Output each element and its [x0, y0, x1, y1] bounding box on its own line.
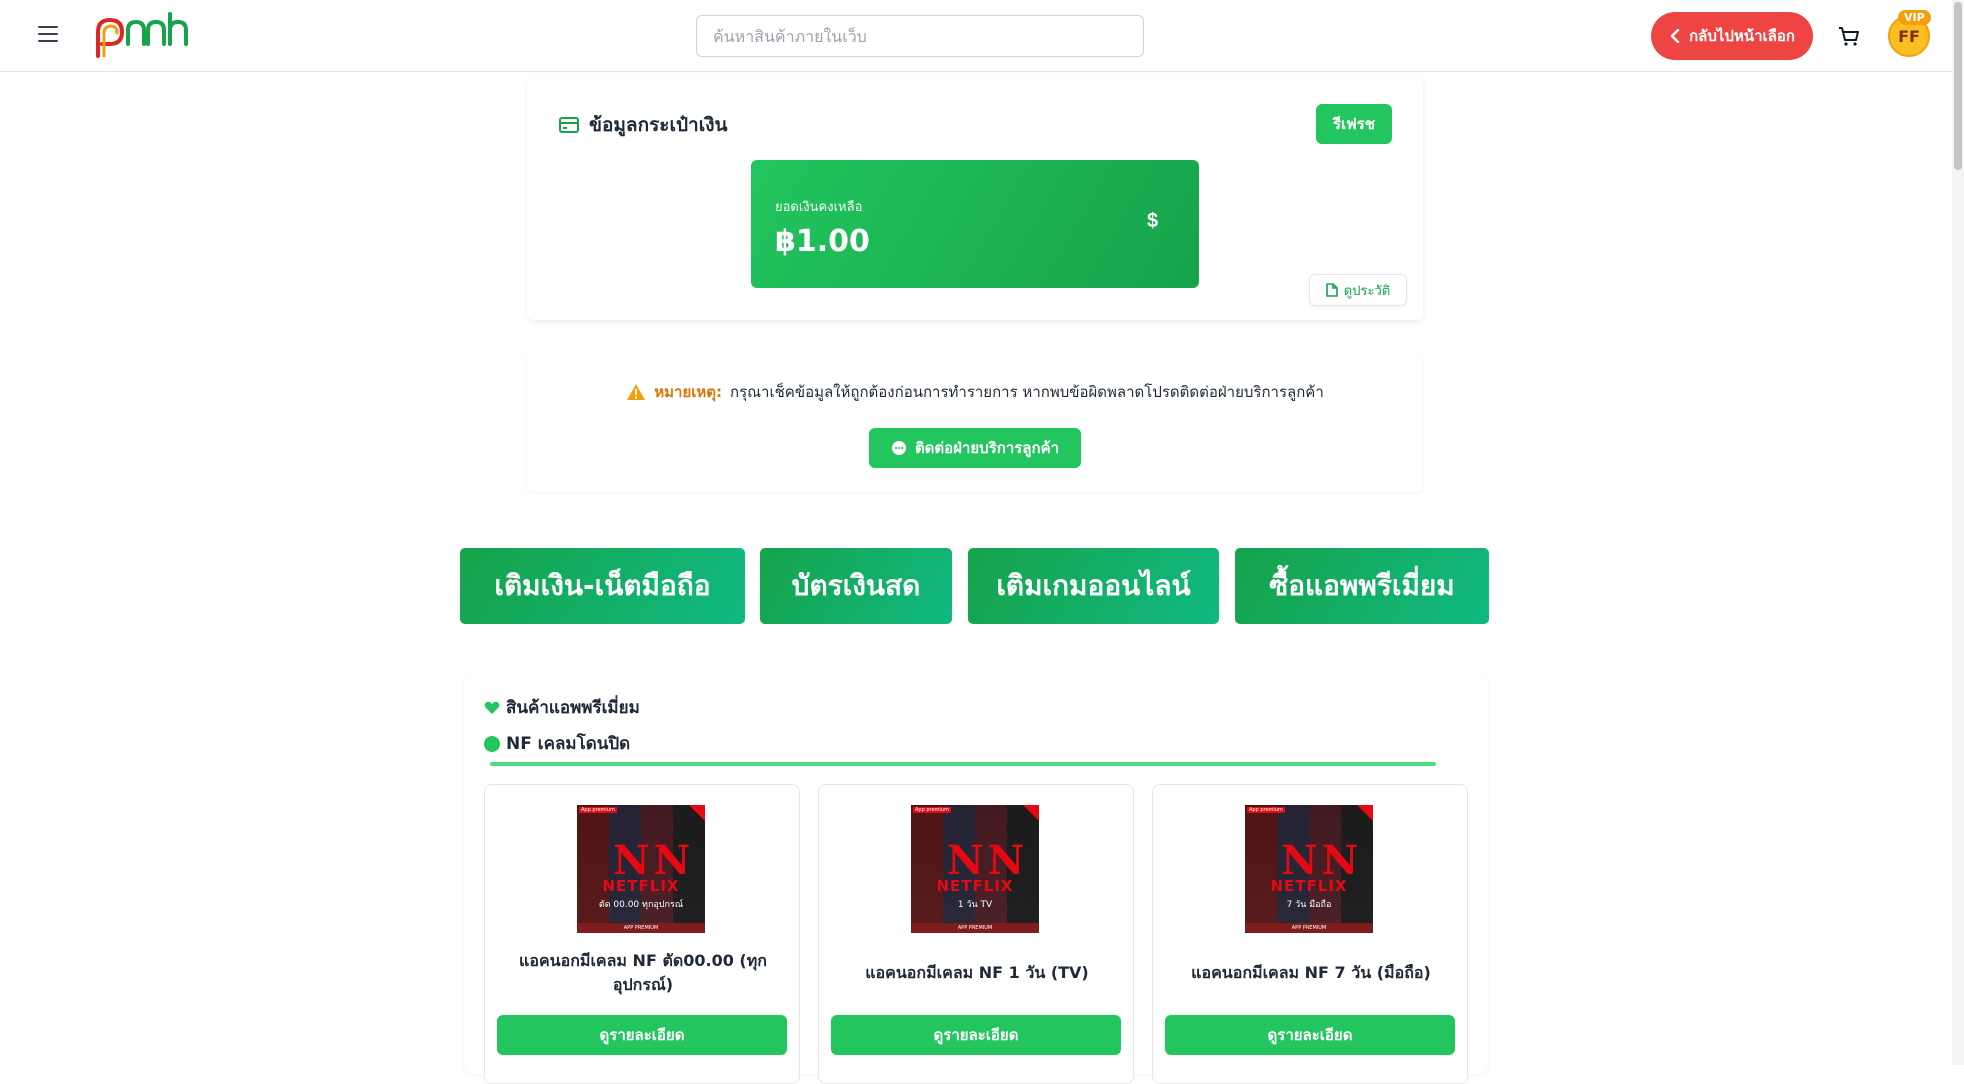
back-button[interactable]: กลับไปหน้าเลือก [1651, 12, 1813, 60]
image-caption: 1 วัน TV [957, 900, 993, 910]
product-image[interactable]: App premium NN NETFLIX 7 วัน มือถือ APP … [1245, 805, 1373, 933]
refresh-button[interactable]: รีเฟรช [1316, 104, 1392, 144]
dot-icon [484, 735, 500, 752]
image-band: APP PREMIUM [577, 923, 705, 933]
notice-line: หมายเหตุ: กรุณาเช็คข้อมูลให้ถูกต้องก่อนก… [527, 380, 1423, 404]
heart-icon [484, 701, 500, 714]
product-image[interactable]: App premium NN NETFLIX ตัด 00.00 ทุกอุปก… [577, 805, 705, 933]
wallet-title-text: ข้อมูลกระเป๋าเงิน [589, 114, 728, 136]
image-logo: NETFLIX [1270, 877, 1348, 895]
scrollbar[interactable] [1952, 0, 1964, 1065]
back-button-label: กลับไปหน้าเลือก [1689, 27, 1795, 45]
category-game-topup[interactable]: เติมเกมออนไลน์ [968, 548, 1219, 624]
notice-label: หมายเหตุ: [654, 383, 722, 401]
image-tag: App premium [579, 807, 617, 813]
scrollbar-thumb[interactable] [1954, 2, 1962, 170]
product-name: แอคนอกมีเคลม NF 7 วัน (มือถือ) [1191, 963, 1431, 982]
contact-support-label: ติดต่อฝ่ายบริการลูกค้า [914, 439, 1060, 457]
site-logo[interactable] [92, 10, 190, 62]
credit-card-icon [559, 117, 579, 133]
image-tag: App premium [913, 807, 951, 813]
product-name: แอคนอกมีเคลม NF 1 วัน (TV) [865, 963, 1089, 982]
wallet-title: ข้อมูลกระเป๋าเงิน [559, 110, 727, 140]
contact-support-button[interactable]: ติดต่อฝ่ายบริการลูกค้า [869, 428, 1081, 468]
category-cash-card[interactable]: บัตรเงินสด [760, 548, 952, 624]
section-heading-text: สินค้าแอพพรีเมี่ยม [506, 698, 640, 718]
balance-box: ยอดเงินคงเหลือ ฿1.00 $ [751, 160, 1199, 288]
image-tag: App premium [1247, 807, 1285, 813]
warning-icon [627, 384, 646, 400]
history-button[interactable]: ดูประวัติ [1309, 274, 1407, 306]
file-icon [1325, 283, 1338, 297]
section-subheading: NF เคลมโดนปิด [484, 730, 630, 757]
wallet-card: ข้อมูลกระเป๋าเงิน รีเฟรช ยอดเงินคงเหลือ … [527, 76, 1423, 320]
product-name: แอคนอกมีเคลม NF ตัด00.00 (ทุกอุปกรณ์) [519, 951, 767, 994]
notice-text: กรุณาเช็คข้อมูลให้ถูกต้องก่อนการทำรายการ… [730, 383, 1324, 401]
balance-amount: ฿1.00 [775, 224, 870, 259]
products-section: สินค้าแอพพรีเมี่ยม NF เคลมโดนปิด App pre… [464, 674, 1488, 1084]
chevron-left-icon [1670, 29, 1680, 43]
top-navbar: กลับไปหน้าเลือก FF VIP [0, 0, 1952, 72]
view-details-button[interactable]: ดูรายละเอียด [831, 1015, 1121, 1055]
view-details-button[interactable]: ดูรายละเอียด [497, 1015, 787, 1055]
menu-icon[interactable] [38, 26, 58, 42]
view-details-button[interactable]: ดูรายละเอียด [1165, 1015, 1455, 1055]
search-input[interactable] [696, 15, 1144, 57]
category-topup-mobile[interactable]: เติมเงิน-เน็ตมือถือ [460, 548, 745, 624]
chat-icon [891, 441, 906, 455]
image-caption: 7 วัน มือถือ [1286, 900, 1332, 910]
product-image[interactable]: App premium NN NETFLIX 1 วัน TV APP PREM… [911, 805, 1039, 933]
product-card[interactable]: App premium NN NETFLIX ตัด 00.00 ทุกอุปก… [484, 784, 800, 1084]
vip-badge: VIP [1898, 10, 1931, 25]
section-divider [490, 762, 1436, 766]
section-subheading-text: NF เคลมโดนปิด [506, 734, 631, 754]
section-heading: สินค้าแอพพรีเมี่ยม [484, 694, 640, 721]
dollar-icon: $ [1147, 210, 1159, 232]
product-card[interactable]: App premium NN NETFLIX 7 วัน มือถือ APP … [1152, 784, 1468, 1084]
image-band: APP PREMIUM [1245, 923, 1373, 933]
image-logo: NETFLIX [936, 877, 1014, 895]
image-caption: ตัด 00.00 ทุกอุปกรณ์ [598, 900, 684, 910]
image-logo: NETFLIX [602, 877, 680, 895]
product-card[interactable]: App premium NN NETFLIX 1 วัน TV APP PREM… [818, 784, 1134, 1084]
balance-label: ยอดเงินคงเหลือ [775, 200, 863, 215]
category-premium-apps[interactable]: ซื้อแอพพรีเมี่ยม [1235, 548, 1489, 624]
history-label: ดูประวัติ [1343, 283, 1391, 299]
cart-icon[interactable] [1837, 24, 1861, 48]
image-band: APP PREMIUM [911, 923, 1039, 933]
notice-card: หมายเหตุ: กรุณาเช็คข้อมูลให้ถูกต้องก่อนก… [527, 352, 1423, 492]
